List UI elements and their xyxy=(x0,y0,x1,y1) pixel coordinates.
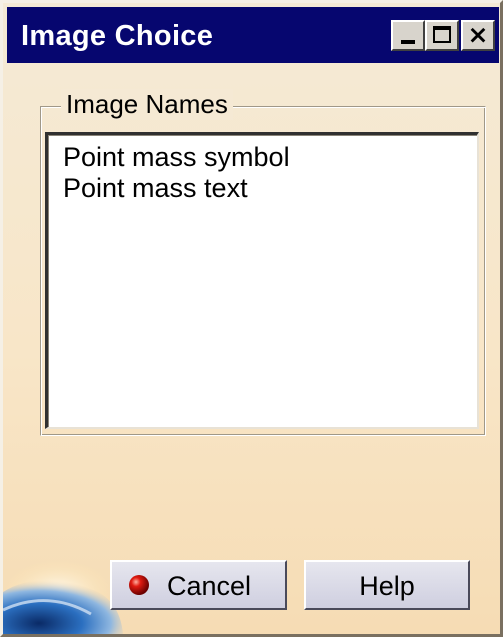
list-item[interactable]: Point mass text xyxy=(63,173,248,203)
maximize-button[interactable] xyxy=(425,20,459,51)
maximize-icon xyxy=(433,26,451,43)
minimize-button[interactable] xyxy=(391,20,425,51)
help-button[interactable]: Help xyxy=(304,560,470,610)
image-names-label: Image Names xyxy=(61,89,233,120)
close-button[interactable]: × xyxy=(461,20,495,51)
close-icon: × xyxy=(467,20,489,49)
image-names-list[interactable]: Point mass symbol Point mass text xyxy=(45,132,479,429)
window-title: Image Choice xyxy=(21,20,214,52)
help-label: Help xyxy=(359,571,415,601)
cancel-label: Cancel xyxy=(167,571,252,601)
image-choice-dialog: Image Choice × Image Names Point mass sy… xyxy=(0,0,503,637)
cancel-button[interactable]: Cancel xyxy=(110,560,287,610)
red-ball-icon xyxy=(129,575,149,595)
minimize-icon xyxy=(401,40,415,44)
list-item[interactable]: Point mass symbol xyxy=(63,142,290,172)
title-bar[interactable]: Image Choice × xyxy=(7,7,499,63)
